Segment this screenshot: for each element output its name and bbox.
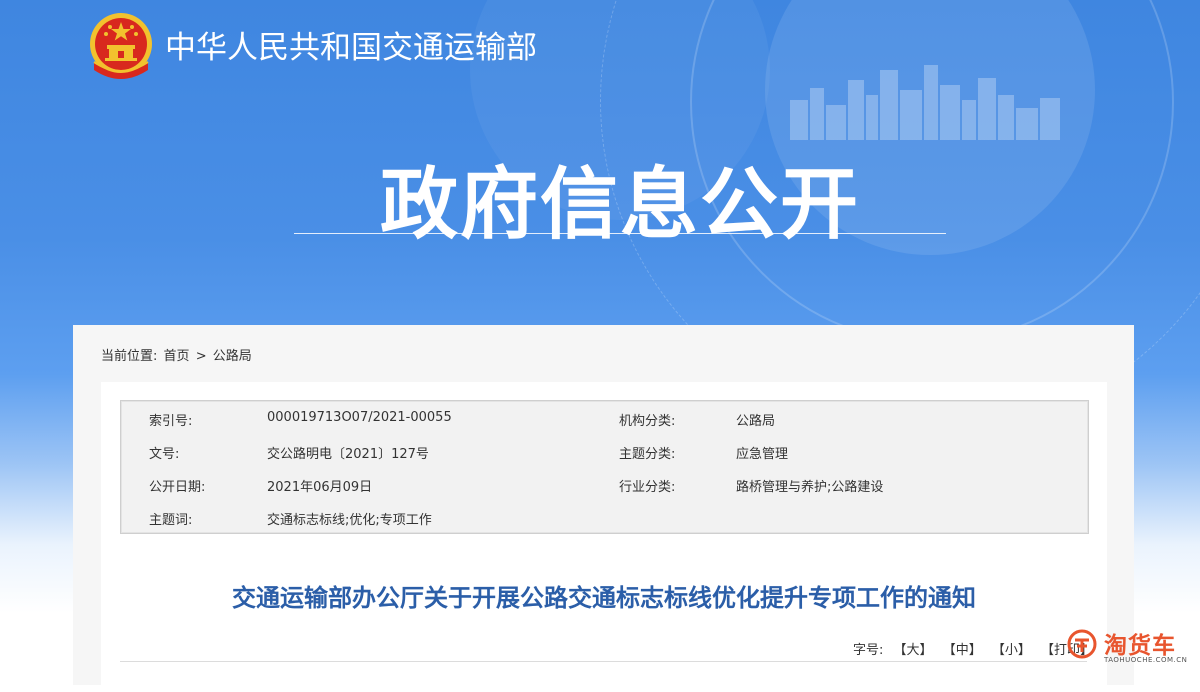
font-size-label: 字号:: [853, 643, 884, 658]
content-panel: 索引号: 000019713O07/2021-00055 机构分类: 公路局 文…: [101, 382, 1107, 692]
metadata-value: 路桥管理与养护;公路建设: [736, 480, 884, 495]
metadata-value: 000019713O07/2021-00055: [267, 410, 452, 425]
breadcrumb-current-link[interactable]: 公路局: [213, 349, 252, 364]
document-metadata-table: 索引号: 000019713O07/2021-00055 机构分类: 公路局 文…: [120, 400, 1089, 534]
brand-logo-icon: [1067, 629, 1097, 659]
metadata-key: 文号:: [149, 447, 180, 462]
city-skyline-icon: [790, 65, 1060, 140]
breadcrumb: 当前位置: 首页 > 公路局: [101, 345, 254, 364]
font-size-small-button[interactable]: 【小】: [992, 643, 1031, 658]
breadcrumb-home-link[interactable]: 首页: [164, 349, 190, 364]
font-size-controls: 字号: 【大】 【中】 【小】 【打印】: [853, 639, 1093, 658]
national-emblem-icon: [90, 13, 152, 79]
section-title: 政府信息公开: [379, 160, 860, 250]
title-underline: [294, 233, 946, 234]
font-size-medium-button[interactable]: 【中】: [943, 643, 982, 658]
watermark: 淘货车 TAOHUOCHE.COM.CN: [1066, 626, 1196, 670]
metadata-row: 主题词: 交通标志标线;优化;专项工作: [121, 500, 1088, 533]
metadata-key: 主题分类:: [619, 447, 676, 462]
metadata-key: 索引号:: [149, 414, 193, 429]
metadata-value: 交公路明电〔2021〕127号: [267, 447, 429, 462]
font-size-large-button[interactable]: 【大】: [894, 643, 933, 658]
metadata-key: 机构分类:: [619, 414, 676, 429]
watermark-url: TAOHUOCHE.COM.CN: [1104, 656, 1188, 664]
metadata-key: 公开日期:: [149, 480, 206, 495]
main-card: 当前位置: 首页 > 公路局 索引号: 000019713O07/2021-00…: [73, 325, 1134, 692]
metadata-value: 2021年06月09日: [267, 480, 373, 495]
metadata-value: 交通标志标线;优化;专项工作: [267, 513, 432, 528]
ministry-name[interactable]: 中华人民共和国交通运输部: [165, 22, 537, 67]
metadata-row: 文号: 交公路明电〔2021〕127号 主题分类: 应急管理: [121, 434, 1088, 467]
metadata-key: 行业分类:: [619, 480, 676, 495]
metadata-key: 主题词:: [149, 513, 193, 528]
metadata-value: 应急管理: [736, 447, 789, 462]
metadata-row: 索引号: 000019713O07/2021-00055 机构分类: 公路局: [121, 401, 1088, 434]
breadcrumb-label: 当前位置:: [101, 349, 158, 364]
content-divider: [120, 661, 1087, 662]
breadcrumb-separator: >: [195, 349, 207, 364]
metadata-value: 公路局: [736, 414, 776, 429]
document-title: 交通运输部办公厅关于开展公路交通标志标线优化提升专项工作的通知: [232, 584, 976, 612]
watermark-brand: 淘货车: [1104, 633, 1176, 659]
metadata-row: 公开日期: 2021年06月09日 行业分类: 路桥管理与养护;公路建设: [121, 467, 1088, 500]
